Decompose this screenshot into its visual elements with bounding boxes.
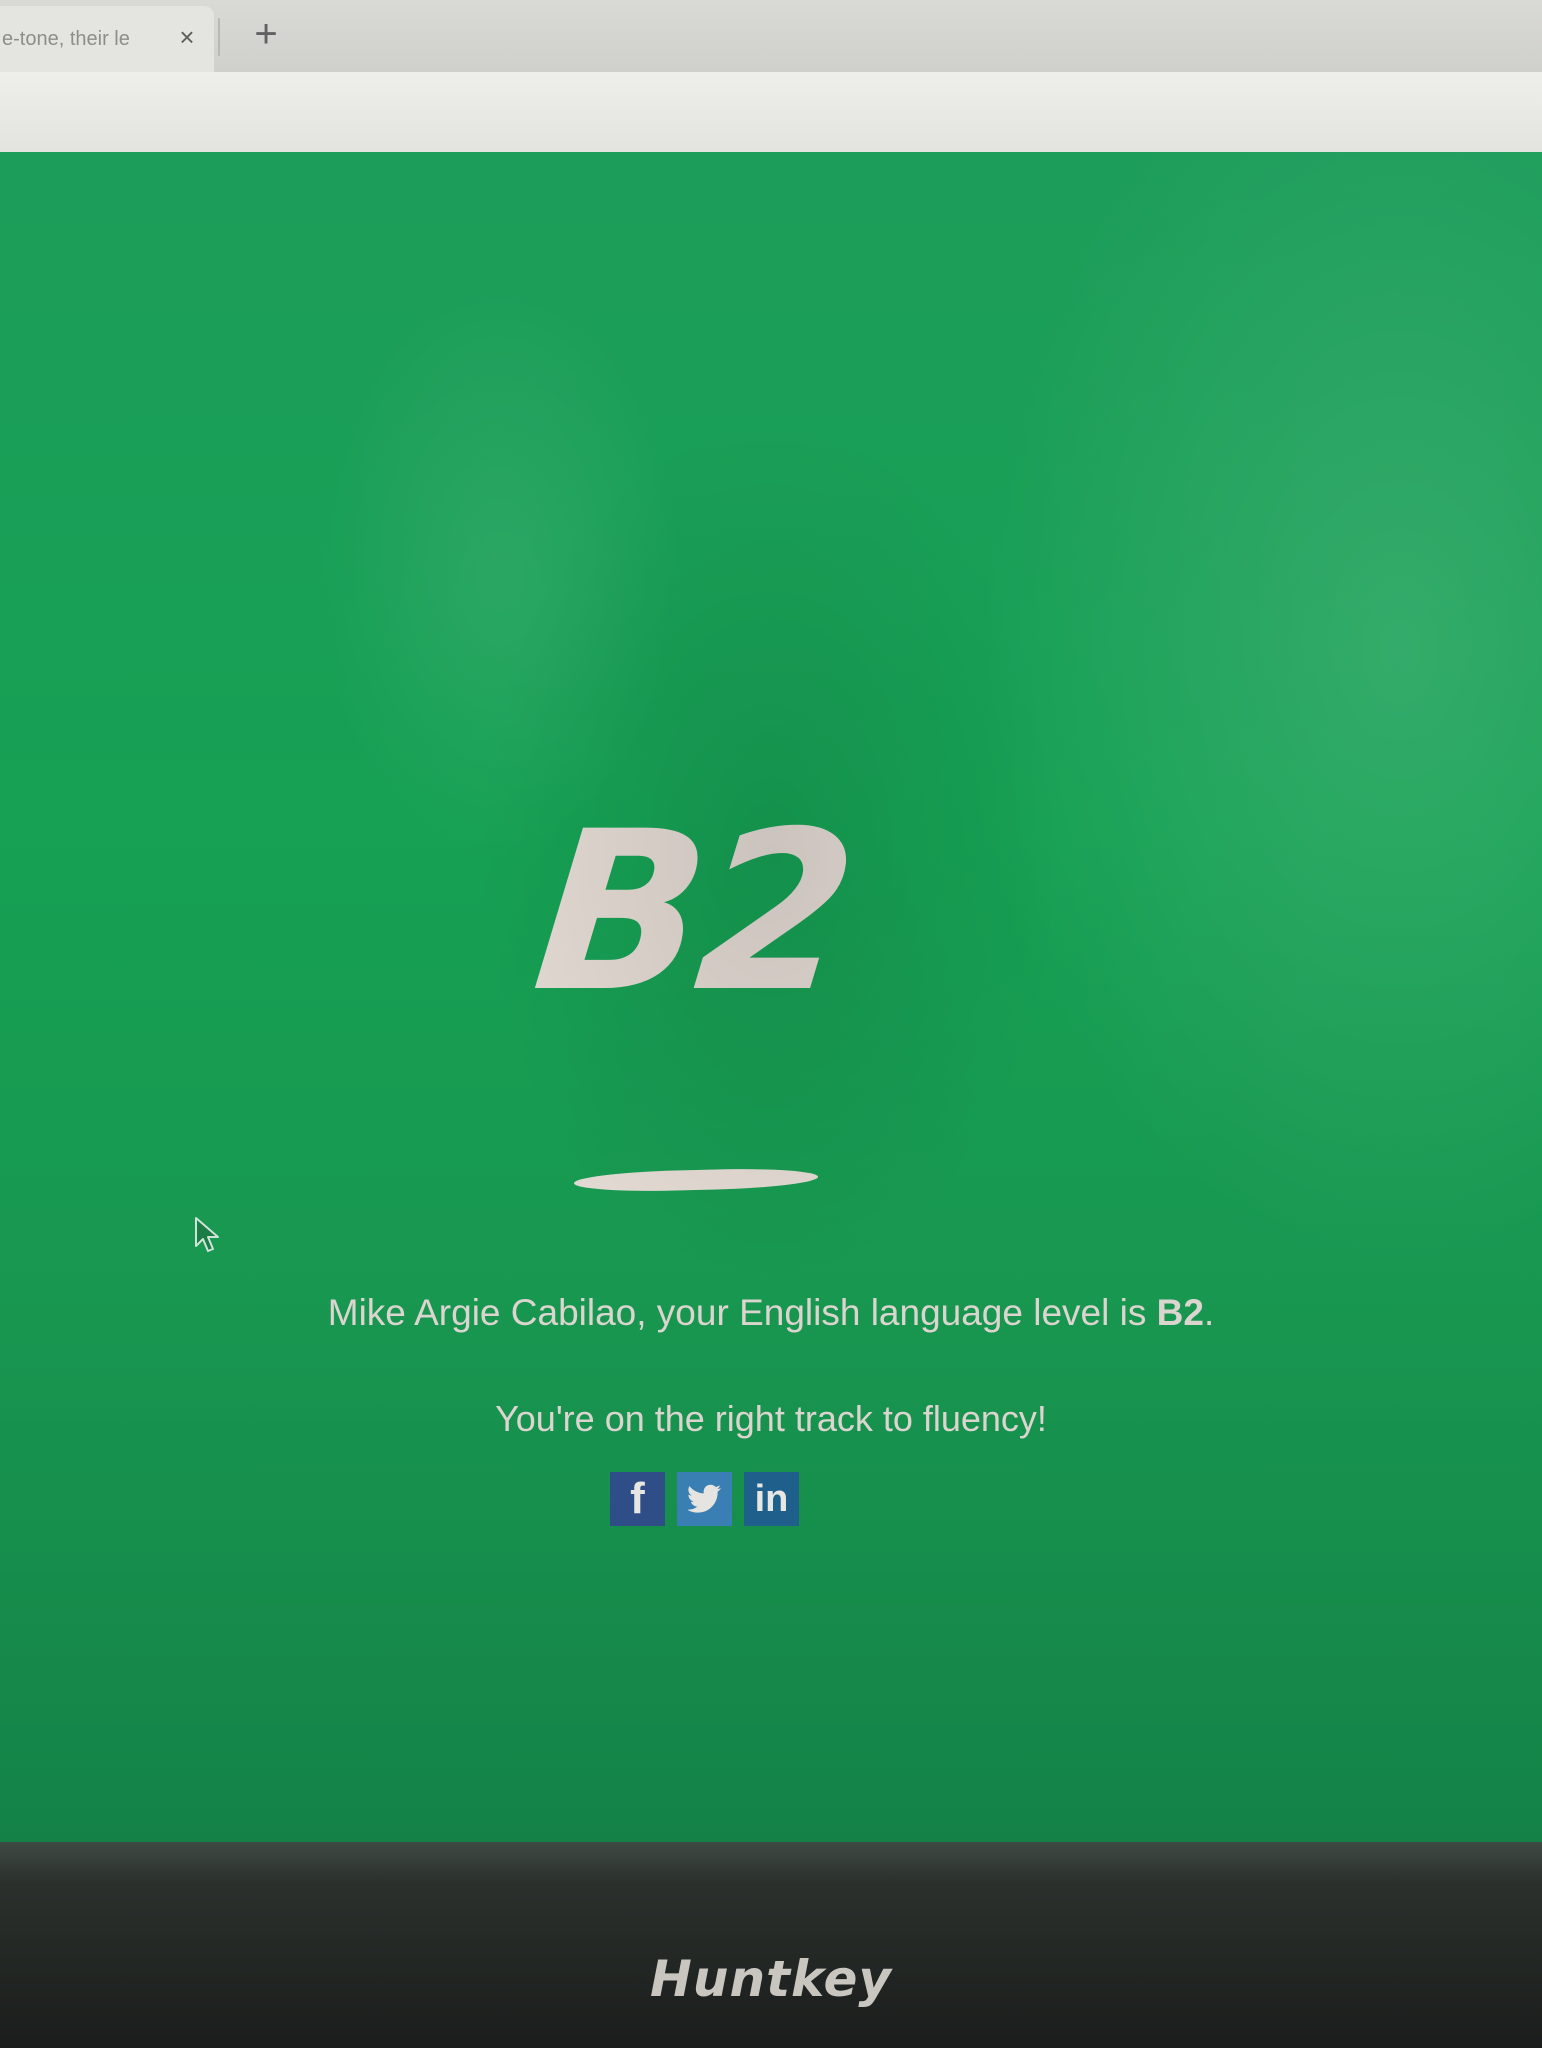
twitter-share-button[interactable]: [677, 1472, 732, 1526]
monitor-bezel: [0, 1842, 1542, 2048]
share-buttons: f in: [610, 1472, 799, 1526]
result-period: .: [1203, 1292, 1215, 1333]
facebook-icon: f: [630, 1474, 645, 1523]
result-message: Mike Argie Cabilao, your English languag…: [0, 1292, 1542, 1334]
twitter-bird-icon: [687, 1484, 721, 1513]
level-badge: B2: [524, 784, 861, 1040]
facebook-share-button[interactable]: f: [610, 1472, 665, 1526]
browser-tab[interactable]: e-tone, their le ×: [0, 6, 214, 72]
mouse-pointer-icon: [195, 1217, 219, 1252]
tab-title: e-tone, their le: [2, 28, 130, 50]
tab-separator: [218, 18, 220, 56]
linkedin-icon: in: [754, 1477, 789, 1520]
new-tab-button[interactable]: +: [246, 14, 286, 54]
result-message-text: Mike Argie Cabilao, your English languag…: [327, 1292, 1157, 1333]
linkedin-share-button[interactable]: in: [744, 1472, 799, 1526]
browser-tab-strip: e-tone, their le × +: [0, 0, 1542, 72]
monitor-brand-logo: Huntkey: [650, 1950, 892, 2008]
close-tab-icon[interactable]: ×: [172, 22, 202, 52]
encouragement-message: You're on the right track to fluency!: [495, 1398, 1047, 1439]
browser-toolbar: [0, 72, 1542, 152]
result-level: B2: [1156, 1292, 1204, 1333]
result-page: B2 Mike Argie Cabilao, your English lang…: [0, 152, 1542, 1842]
level-underline-stroke: [573, 1166, 819, 1194]
